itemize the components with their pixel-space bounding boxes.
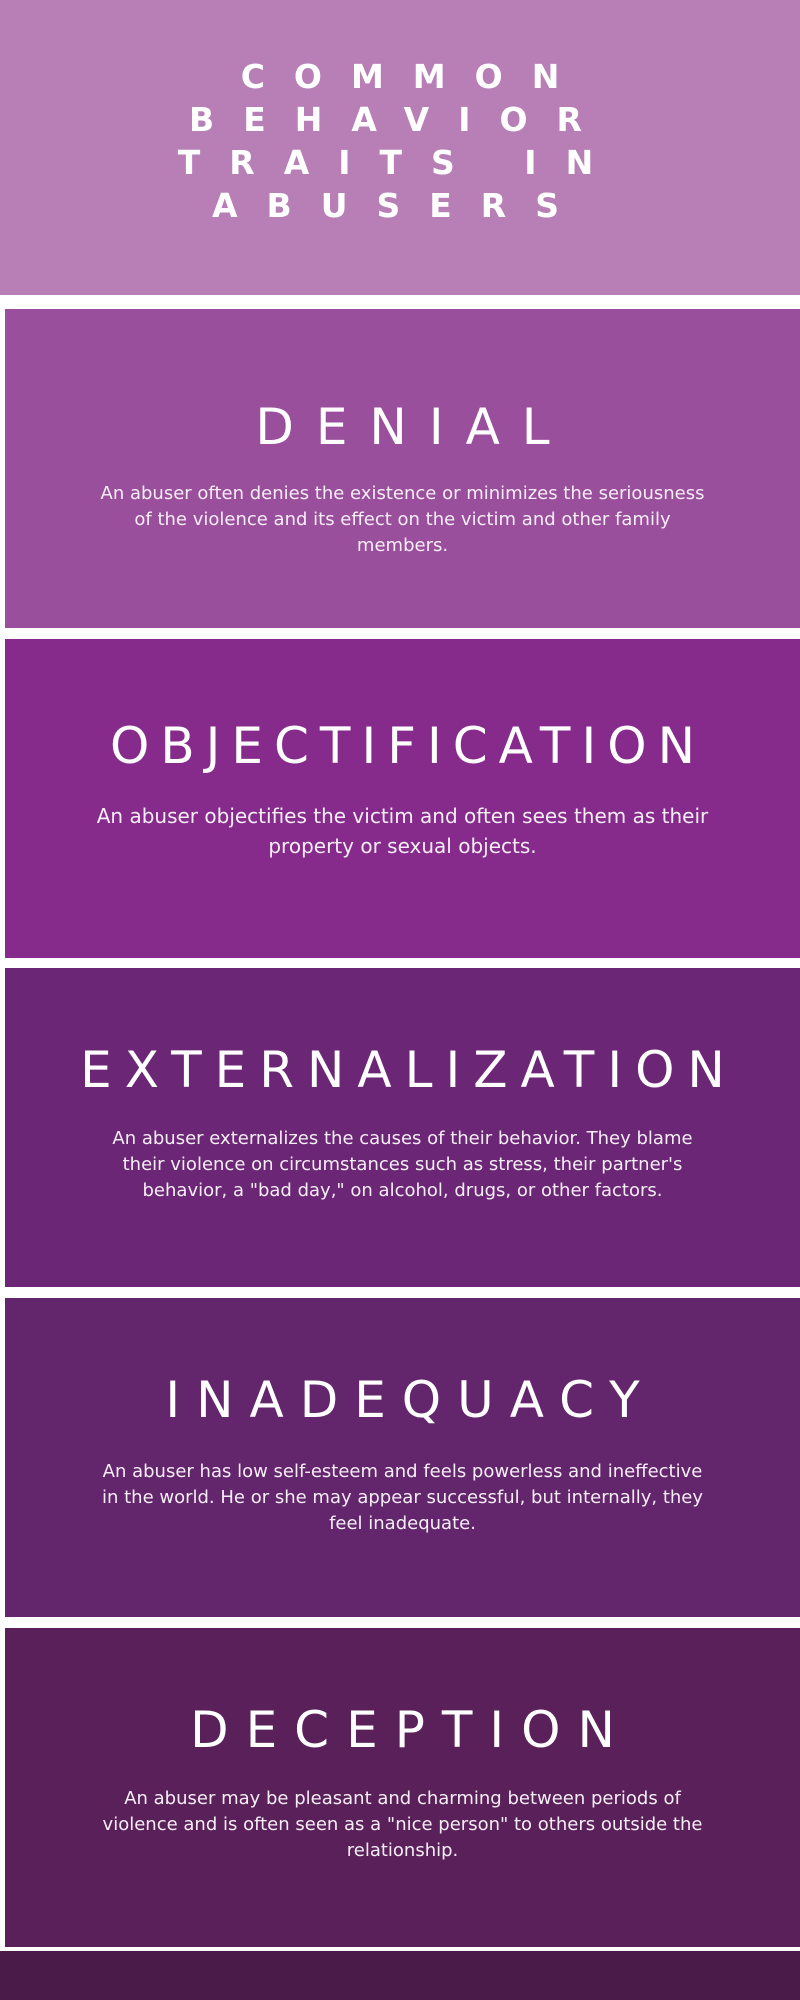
section-title: DENIAL [255, 398, 572, 456]
section-objectification: OBJECTIFICATION An abuser objectifies th… [5, 639, 800, 958]
section-body: An abuser objectifies the victim and oft… [96, 804, 709, 858]
footer-band [0, 1951, 800, 2000]
section-body: An abuser often denies the existence or … [100, 483, 705, 556]
section-inadequacy: INADEQUACY An abuser has low self-esteem… [5, 1298, 800, 1617]
section-title: EXTERNALIZATION [80, 1041, 738, 1099]
section-body: An abuser has low self-esteem and feels … [101, 1461, 704, 1534]
section-body: An abuser may be pleasant and charming b… [102, 1788, 703, 1861]
section-title: DECEPTION [190, 1701, 632, 1759]
section-body: An abuser externalizes the causes of the… [112, 1128, 693, 1201]
section-deception: DECEPTION An abuser may be pleasant and … [5, 1628, 800, 1947]
section-title: OBJECTIFICATION [110, 717, 706, 775]
page-title: COMMON BEHAVIOR TRAITS IN ABUSERS [177, 57, 623, 225]
section-denial: DENIAL An abuser often denies the existe… [5, 309, 800, 628]
section-title: INADEQUACY [165, 1371, 656, 1429]
section-externalization: EXTERNALIZATION An abuser externalizes t… [5, 968, 800, 1287]
header-banner: COMMON BEHAVIOR TRAITS IN ABUSERS [0, 0, 800, 295]
